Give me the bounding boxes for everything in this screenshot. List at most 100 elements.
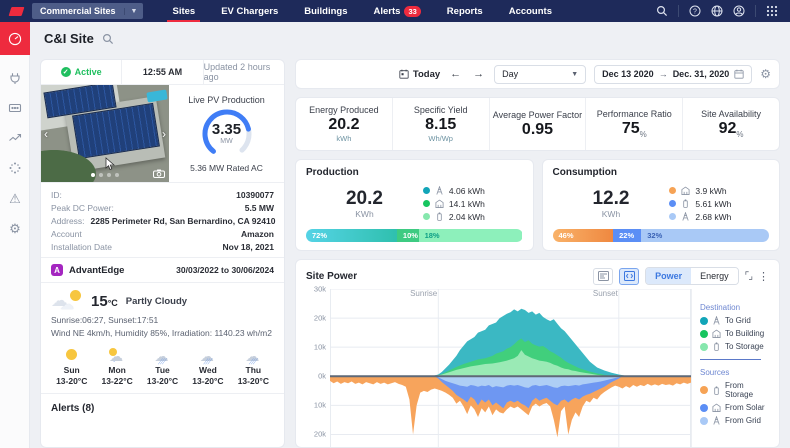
- bar-segment: 46%: [553, 229, 614, 242]
- camera-icon[interactable]: [153, 169, 165, 178]
- legend-value: 2.04 kWh: [449, 212, 485, 222]
- site-status-row: ✓ Active 12:55 AM Updated 2 hours ago: [41, 60, 284, 85]
- brand-logo-icon: [8, 7, 24, 16]
- forecast-day-label: Wed: [199, 365, 217, 375]
- forecast-temp: 13-20°C: [56, 376, 87, 386]
- nav-tab-reports[interactable]: Reports: [434, 0, 496, 22]
- globe-icon[interactable]: [711, 5, 723, 17]
- legend-item-to-storage[interactable]: To Storage: [700, 342, 769, 351]
- production-card: Production20.2KWh4.06 kWh14.1 kWh2.04 kW…: [295, 159, 534, 251]
- legend-label: To Grid: [725, 316, 751, 325]
- grid-tower-icon: [681, 212, 690, 221]
- consumption-value: 12.2: [553, 189, 670, 208]
- weather-section: ☁☁ 15°C Partly Cloudy Sunrise:06:27, Sun…: [41, 282, 284, 343]
- sidebar-item-panels[interactable]: [0, 93, 30, 123]
- live-pv-production: Live PV Production 3.35 MW 5.36 MW Rated…: [169, 85, 284, 182]
- chart-flow-button[interactable]: [619, 268, 639, 285]
- alerts-section-header[interactable]: Alerts (8): [41, 393, 284, 447]
- period-value: Day: [502, 69, 518, 79]
- legend-item-from-storage[interactable]: From Storage: [700, 381, 769, 399]
- consumption-legend-item: 2.68 kWh: [669, 212, 769, 222]
- carousel-next-icon[interactable]: ›: [162, 127, 166, 141]
- rain-icon: ☁╱╱╱: [243, 348, 263, 364]
- legend-item-from-grid[interactable]: From Grid: [700, 416, 769, 425]
- brand-logo[interactable]: [0, 7, 32, 16]
- nav-tab-alerts[interactable]: Alerts33: [361, 0, 434, 22]
- kpi-performance-ratio: Performance Ratio75%: [585, 98, 682, 150]
- sidebar-item-hub[interactable]: [0, 153, 30, 183]
- sidebar-item-settings[interactable]: ⚙: [0, 213, 30, 243]
- detail-value: Nov 18, 2021: [222, 242, 274, 252]
- kpi-energy-produced: Energy Produced20.2kWh: [296, 98, 392, 150]
- date-from: Dec 13 2020: [602, 69, 654, 79]
- grid-tower-icon: [712, 416, 721, 425]
- app-switcher[interactable]: Commercial Sites ▼: [32, 3, 143, 19]
- today-button[interactable]: Today: [399, 69, 440, 80]
- kpi-average-power-factor: Average Power Factor0.95: [489, 98, 586, 150]
- legend-item-to-building[interactable]: To Building: [700, 329, 769, 338]
- carousel-dot[interactable]: [99, 173, 103, 177]
- sidebar-item-dashboard[interactable]: [0, 22, 30, 55]
- account-icon[interactable]: [733, 5, 745, 17]
- nav-right-icons: ?: [656, 5, 790, 17]
- carousel-prev-icon[interactable]: ‹: [44, 127, 48, 141]
- site-local-time: 12:55 AM: [121, 60, 202, 84]
- nav-tab-sites[interactable]: Sites: [159, 0, 208, 22]
- site-power-card: Site Power PowerEnergy ⌜⌟ ⋮ 30k20k10k0k1…: [295, 259, 780, 448]
- sidebar-item-alerts[interactable]: ⚠: [0, 183, 30, 213]
- forecast-day-label: Sun: [64, 365, 80, 375]
- production-legend-item: 2.04 kWh: [423, 212, 523, 222]
- detail-row: AccountAmazon: [51, 227, 274, 240]
- chart-legend: DestinationTo GridTo BuildingTo StorageS…: [691, 289, 769, 448]
- forecast-day-label: Tue: [155, 365, 169, 375]
- date-toolbar: Today ← → Day ▼ Dec 13 2020 → Dec. 31, 2…: [295, 59, 780, 89]
- legend-item-from-solar[interactable]: From Solar: [700, 403, 769, 412]
- nav-tab-buildings[interactable]: Buildings: [291, 0, 360, 22]
- sidebar-item-charts[interactable]: [0, 123, 30, 153]
- divider: [755, 5, 756, 17]
- search-icon[interactable]: [102, 33, 114, 45]
- settings-gear-icon[interactable]: ⚙: [760, 67, 771, 81]
- toggle-power[interactable]: Power: [646, 268, 691, 284]
- chart-y-axis: 30k20k10k0k10k20k: [306, 289, 330, 448]
- period-select[interactable]: Day ▼: [494, 65, 586, 84]
- bar-segment: 72%: [306, 229, 397, 242]
- kebab-menu-icon[interactable]: ⋮: [758, 270, 769, 283]
- date-range-picker[interactable]: Dec 13 2020 → Dec. 31, 2020: [594, 65, 752, 84]
- battery-icon: [712, 342, 721, 351]
- charger-row: A AdvantEdge 30/03/2022 to 30/06/2024: [41, 257, 284, 282]
- carousel-dot[interactable]: [91, 173, 95, 177]
- bar-segment: 22%: [613, 229, 641, 242]
- legend-label: To Building: [725, 329, 764, 338]
- help-icon[interactable]: ?: [689, 5, 701, 17]
- next-period-button[interactable]: →: [471, 68, 486, 80]
- charger-date-range: 30/03/2022 to 30/06/2024: [176, 265, 274, 275]
- apps-icon[interactable]: [766, 5, 778, 17]
- production-legend-item: 4.06 kWh: [423, 186, 523, 196]
- legend-dot: [700, 404, 708, 412]
- chart-layout-button[interactable]: [593, 268, 613, 285]
- search-icon[interactable]: [656, 5, 668, 17]
- legend-dot: [669, 200, 676, 207]
- legend-item-to-grid[interactable]: To Grid: [700, 316, 769, 325]
- carousel-dot[interactable]: [107, 173, 111, 177]
- consumption-legend-item: 5.61 kWh: [669, 199, 769, 209]
- nav-tab-label: EV Chargers: [221, 6, 278, 17]
- nav-tab-ev-chargers[interactable]: EV Chargers: [208, 0, 291, 22]
- toggle-energy[interactable]: Energy: [691, 268, 738, 284]
- carousel-dot[interactable]: [115, 173, 119, 177]
- left-sidebar: ⚠⚙: [0, 22, 30, 448]
- sun-times: Sunrise:06:27, Sunset:17:51: [51, 315, 274, 325]
- mouse-cursor: [105, 157, 115, 171]
- sidebar-item-ev-charger[interactable]: [0, 63, 30, 93]
- site-photo-carousel[interactable]: ‹ ›: [41, 85, 169, 182]
- sunny-icon: [62, 348, 82, 364]
- consumption-legend: 3.9 kWh5.61 kWh2.68 kWh: [669, 186, 769, 222]
- fullscreen-icon[interactable]: ⌜⌟: [745, 271, 752, 282]
- detail-row: Peak DC Power:5.5 MW: [51, 201, 274, 214]
- chevron-down-icon: ▼: [124, 8, 144, 15]
- kpi-value: 92%: [719, 120, 744, 140]
- nav-tab-label: Buildings: [304, 6, 347, 17]
- nav-tab-accounts[interactable]: Accounts: [496, 0, 565, 22]
- prev-period-button[interactable]: ←: [448, 68, 463, 80]
